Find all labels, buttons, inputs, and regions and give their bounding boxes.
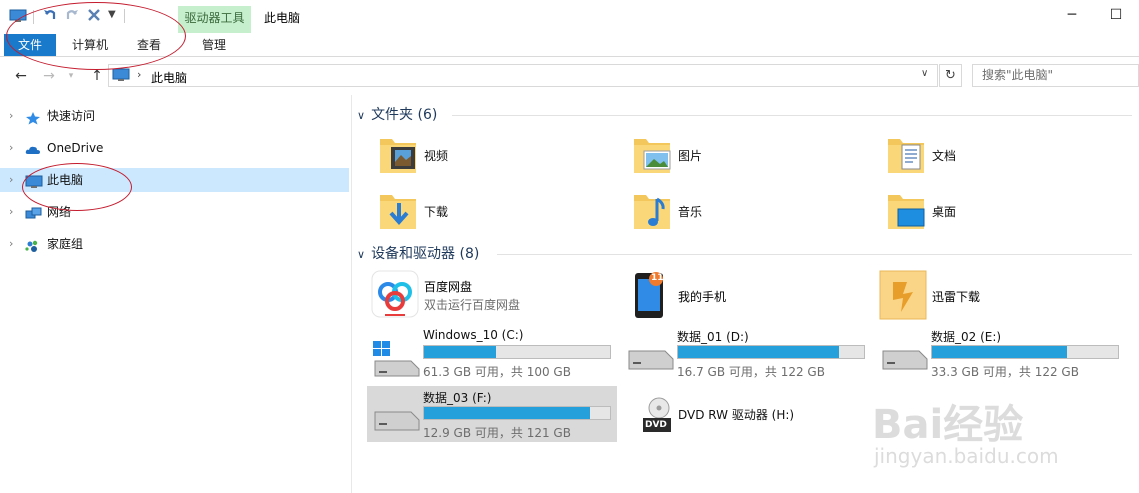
group-header-folders[interactable]: ∨ 文件夹 (6) bbox=[357, 105, 437, 125]
dvd-drive-icon bbox=[641, 396, 673, 436]
breadcrumb-this-pc[interactable]: 此电脑 bbox=[151, 69, 187, 86]
drive-usage-fill bbox=[424, 407, 591, 419]
app-xunlei-download[interactable]: 迅雷下载 bbox=[879, 270, 1079, 320]
nav-item-onedrive[interactable]: › OneDrive bbox=[0, 136, 349, 160]
app-label: 百度网盘 bbox=[424, 280, 473, 294]
desktop-folder-icon bbox=[887, 191, 925, 231]
app-baidu-netdisk[interactable]: 百度网盘 双击运行百度网盘 bbox=[371, 270, 611, 320]
baidu-jingyan-watermark-url: jingyan.baidu.com bbox=[874, 444, 1059, 468]
context-group-drive-tools: 驱动器工具 bbox=[178, 6, 251, 33]
refresh-button[interactable]: ↻ bbox=[939, 64, 962, 87]
expand-chevron-icon[interactable]: › bbox=[9, 168, 13, 192]
folder-label: 桌面 bbox=[932, 205, 957, 219]
xunlei-icon bbox=[879, 270, 927, 320]
nav-item-quick-access[interactable]: › 快速访问 bbox=[0, 104, 349, 128]
expand-chevron-icon[interactable]: › bbox=[9, 104, 13, 128]
folder-label: 音乐 bbox=[678, 205, 703, 219]
baidu-jingyan-watermark: Bai经验 bbox=[872, 402, 1024, 448]
drive-e[interactable]: 数据_02 (E:) 33.3 GB 可用，共 122 GB bbox=[875, 325, 1125, 381]
drive-c[interactable]: Windows_10 (C:) 61.3 GB 可用，共 100 GB bbox=[367, 325, 617, 381]
dvd-icon-label: DVD bbox=[645, 420, 667, 430]
folder-label: 下载 bbox=[424, 205, 449, 219]
drive-usage-fill bbox=[678, 346, 839, 358]
drive-usage-bar bbox=[931, 345, 1119, 359]
drive-name: DVD RW 驱动器 (H:) bbox=[678, 408, 795, 422]
drive-usage-bar bbox=[677, 345, 865, 359]
folder-videos[interactable]: 视频 bbox=[379, 135, 579, 177]
folder-label: 图片 bbox=[678, 149, 703, 163]
app-label: 迅雷下载 bbox=[932, 290, 981, 304]
group-divider bbox=[497, 254, 1132, 255]
nav-label: OneDrive bbox=[47, 141, 104, 155]
expand-chevron-icon[interactable]: › bbox=[9, 232, 13, 256]
drive-usage-fill bbox=[424, 346, 496, 358]
videos-folder-icon bbox=[379, 135, 417, 175]
hard-drive-icon bbox=[371, 406, 421, 436]
drive-usage-bar bbox=[423, 345, 611, 359]
star-icon bbox=[25, 109, 41, 125]
address-bar[interactable] bbox=[108, 64, 938, 87]
music-folder-icon bbox=[633, 191, 671, 231]
address-dropdown-icon[interactable]: ∨ bbox=[921, 68, 928, 79]
drive-size: 33.3 GB 可用，共 122 GB bbox=[931, 365, 1079, 379]
back-arrow-icon[interactable]: ← bbox=[11, 66, 31, 86]
baidu-netdisk-icon bbox=[371, 270, 419, 318]
hard-drive-icon bbox=[879, 345, 929, 375]
drive-f[interactable]: 数据_03 (F:) 12.9 GB 可用，共 121 GB bbox=[367, 386, 617, 442]
documents-folder-icon bbox=[887, 135, 925, 175]
forward-arrow-icon[interactable]: → bbox=[39, 66, 59, 86]
drive-name: Windows_10 (C:) bbox=[423, 328, 524, 342]
drive-name: 数据_02 (E:) bbox=[931, 330, 1002, 344]
app-my-phone[interactable]: 11 我的手机 bbox=[633, 270, 833, 320]
folder-documents[interactable]: 文档 bbox=[887, 135, 1087, 177]
network-icon bbox=[25, 205, 42, 219]
pane-divider[interactable] bbox=[351, 95, 352, 493]
folder-label: 文档 bbox=[932, 149, 957, 163]
annotation-ellipse-this-pc bbox=[22, 163, 132, 211]
windows-drive-icon bbox=[371, 339, 421, 379]
drive-size: 61.3 GB 可用，共 100 GB bbox=[423, 365, 571, 379]
drive-dvd[interactable]: DVD DVD RW 驱动器 (H:) bbox=[621, 386, 871, 442]
phone-badge: 11 bbox=[651, 273, 664, 283]
breadcrumb-separator-icon[interactable]: › bbox=[137, 68, 141, 81]
folder-pictures[interactable]: 图片 bbox=[633, 135, 833, 177]
address-pc-icon bbox=[112, 68, 130, 82]
drive-name: 数据_03 (F:) bbox=[423, 391, 492, 405]
homegroup-icon bbox=[25, 237, 41, 252]
app-label: 我的手机 bbox=[678, 290, 727, 304]
drive-usage-fill bbox=[932, 346, 1068, 358]
drive-size: 16.7 GB 可用，共 122 GB bbox=[677, 365, 825, 379]
annotation-ellipse-ribbon bbox=[6, 2, 186, 70]
cloud-icon bbox=[25, 141, 41, 155]
minimize-button[interactable]: ─ bbox=[1049, 0, 1095, 30]
group-divider bbox=[452, 115, 1132, 116]
expand-chevron-icon[interactable]: › bbox=[9, 200, 13, 224]
folder-label: 视频 bbox=[424, 149, 449, 163]
search-input[interactable]: 搜索"此电脑" bbox=[972, 64, 1139, 87]
pictures-folder-icon bbox=[633, 135, 671, 175]
drive-d[interactable]: 数据_01 (D:) 16.7 GB 可用，共 122 GB bbox=[621, 325, 871, 381]
collapse-chevron-icon[interactable]: ∨ bbox=[357, 109, 365, 122]
drive-usage-bar bbox=[423, 406, 611, 420]
window-title: 此电脑 bbox=[264, 11, 301, 25]
nav-item-homegroup[interactable]: › 家庭组 bbox=[0, 232, 349, 256]
folder-music[interactable]: 音乐 bbox=[633, 191, 833, 233]
nav-label: 家庭组 bbox=[47, 237, 84, 251]
app-sub-label: 双击运行百度网盘 bbox=[424, 298, 521, 312]
downloads-folder-icon bbox=[379, 191, 417, 231]
expand-chevron-icon[interactable]: › bbox=[9, 136, 13, 160]
group-header-devices[interactable]: ∨ 设备和驱动器 (8) bbox=[357, 244, 479, 264]
folder-desktop[interactable]: 桌面 bbox=[887, 191, 1087, 233]
drive-name: 数据_01 (D:) bbox=[677, 330, 749, 344]
collapse-chevron-icon[interactable]: ∨ bbox=[357, 248, 365, 261]
folder-downloads[interactable]: 下载 bbox=[379, 191, 579, 233]
group-header-label: 文件夹 (6) bbox=[371, 107, 438, 123]
nav-label: 快速访问 bbox=[47, 109, 96, 123]
drive-size: 12.9 GB 可用，共 121 GB bbox=[423, 426, 571, 440]
tab-manage[interactable]: 管理 bbox=[180, 34, 248, 56]
hard-drive-icon bbox=[625, 345, 675, 375]
maximize-button[interactable]: ☐ bbox=[1093, 0, 1139, 30]
group-header-label: 设备和驱动器 (8) bbox=[371, 246, 480, 262]
